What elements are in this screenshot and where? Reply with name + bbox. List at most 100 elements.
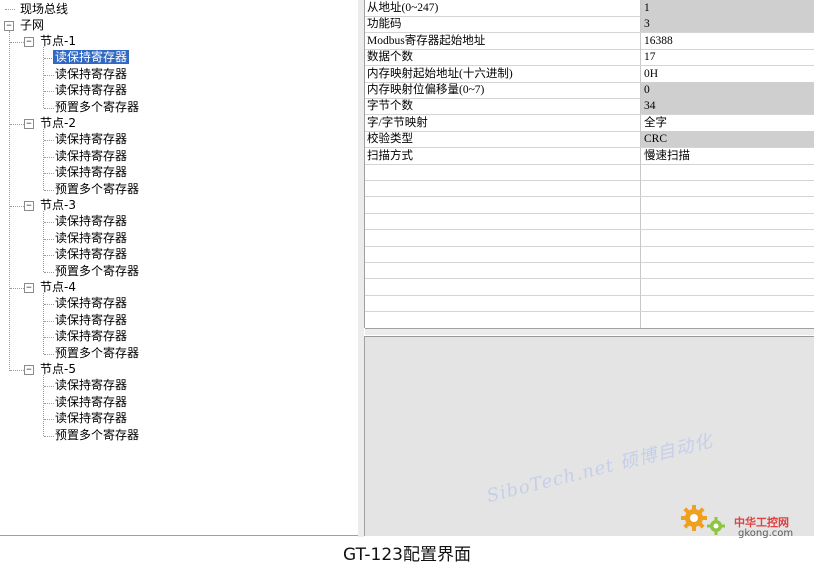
property-grid[interactable]: 从地址(0~247) 1 功能码 3 Modbus寄存器起始地址 16388 数据个数 17 内… bbox=[364, 0, 814, 335]
grid-divider[interactable] bbox=[365, 328, 814, 335]
gear-icon bbox=[681, 505, 725, 535]
tree-item-read-holding-registers[interactable]: 读保持寄存器 bbox=[53, 230, 129, 246]
property-name bbox=[367, 213, 637, 229]
config-window: 现场总线 − 子网 − 节点-1 读保持寄存器 读保持寄存器 读保持寄存器 预置多个寄存器… bbox=[0, 0, 814, 539]
property-name bbox=[367, 312, 637, 328]
collapse-icon[interactable]: − bbox=[24, 201, 34, 211]
tree-connector bbox=[43, 375, 44, 436]
tree-item-read-holding-registers[interactable]: 读保持寄存器 bbox=[53, 131, 129, 147]
property-name bbox=[367, 197, 637, 213]
tree-item-preset-registers[interactable]: 预置多个寄存器 bbox=[53, 427, 141, 443]
property-name: 功能码 bbox=[367, 18, 402, 31]
property-name bbox=[367, 295, 637, 311]
property-name bbox=[367, 180, 637, 196]
tree-item-preset-registers[interactable]: 预置多个寄存器 bbox=[53, 345, 141, 361]
collapse-icon[interactable]: − bbox=[24, 37, 34, 47]
empty-row bbox=[365, 246, 814, 263]
logo-en-text: gkong.com bbox=[738, 528, 794, 539]
tree-item-read-holding-registers[interactable]: 读保持寄存器 bbox=[53, 328, 129, 344]
tree-item-read-holding-registers[interactable]: 读保持寄存器 bbox=[53, 66, 129, 82]
property-value[interactable]: 16388 bbox=[640, 32, 814, 49]
property-row[interactable]: 字/字节映射 全字 bbox=[365, 114, 814, 132]
property-value[interactable]: 34 bbox=[640, 98, 814, 115]
tree-item-read-holding-registers[interactable]: 读保持寄存器 bbox=[53, 246, 129, 262]
property-name: 内存映射起始地址(十六进制) bbox=[367, 67, 513, 80]
collapse-icon[interactable]: − bbox=[24, 119, 34, 129]
property-name: 数据个数 bbox=[367, 51, 413, 64]
tree-item-read-holding-registers[interactable]: 读保持寄存器 bbox=[53, 377, 129, 393]
empty-row bbox=[365, 213, 814, 231]
tree-item-preset-registers[interactable]: 预置多个寄存器 bbox=[53, 99, 141, 115]
property-value bbox=[640, 246, 814, 262]
tree-item-read-holding-registers[interactable]: 读保持寄存器 bbox=[53, 295, 129, 311]
empty-row bbox=[365, 180, 814, 198]
collapse-icon[interactable]: − bbox=[24, 283, 34, 293]
tree-connector bbox=[10, 288, 24, 289]
tree-item-read-holding-registers[interactable]: 读保持寄存器 bbox=[53, 312, 129, 328]
empty-row bbox=[365, 196, 814, 214]
device-tree[interactable]: 现场总线 − 子网 − 节点-1 读保持寄存器 读保持寄存器 读保持寄存器 预置多个寄存器… bbox=[0, 0, 359, 536]
property-name: 字/字节映射 bbox=[367, 116, 428, 129]
tree-connector bbox=[43, 293, 44, 354]
tree-connector bbox=[5, 9, 15, 10]
empty-row bbox=[365, 278, 814, 296]
property-value[interactable]: 慢速扫描 bbox=[640, 147, 814, 164]
property-name bbox=[367, 262, 637, 278]
tree-connector bbox=[43, 129, 44, 190]
tree-subnet[interactable]: 子网 bbox=[18, 17, 46, 33]
property-name: 从地址(0~247) bbox=[367, 2, 439, 14]
property-name bbox=[367, 164, 637, 180]
tree-connector bbox=[9, 31, 10, 371]
empty-row bbox=[365, 164, 814, 181]
tree-connector bbox=[43, 211, 44, 272]
tree-connector bbox=[10, 206, 24, 207]
property-value bbox=[640, 278, 814, 295]
property-value[interactable]: 1 bbox=[640, 0, 814, 16]
property-name bbox=[367, 246, 637, 262]
empty-row bbox=[365, 262, 814, 280]
property-name bbox=[367, 230, 637, 246]
property-row[interactable]: 扫描方式 慢速扫描 bbox=[365, 147, 814, 165]
property-value[interactable]: 3 bbox=[640, 16, 814, 33]
property-name: Modbus寄存器起始地址 bbox=[367, 34, 486, 47]
tree-connector bbox=[10, 42, 24, 43]
property-row[interactable]: 从地址(0~247) 1 bbox=[365, 0, 814, 17]
property-row[interactable]: 内存映射位偏移量(0~7) 0 bbox=[365, 82, 814, 99]
property-name: 字节个数 bbox=[367, 100, 413, 113]
tree-item-read-holding-registers[interactable]: 读保持寄存器 bbox=[53, 394, 129, 410]
tree-connector bbox=[10, 370, 24, 371]
empty-row bbox=[365, 295, 814, 313]
collapse-icon[interactable]: − bbox=[24, 365, 34, 375]
property-row[interactable]: Modbus寄存器起始地址 16388 bbox=[365, 32, 814, 50]
tree-item-read-holding-registers[interactable]: 读保持寄存器 bbox=[53, 213, 129, 229]
property-value[interactable]: 0H bbox=[640, 65, 814, 82]
property-row[interactable]: 字节个数 34 bbox=[365, 98, 814, 116]
gkong-logo: 中华工控网 gkong.com bbox=[676, 488, 806, 539]
tree-item-preset-registers[interactable]: 预置多个寄存器 bbox=[53, 181, 141, 197]
property-value bbox=[640, 213, 814, 230]
property-value bbox=[640, 311, 814, 328]
collapse-icon[interactable]: − bbox=[4, 21, 14, 31]
property-value bbox=[640, 196, 814, 213]
tree-item-read-holding-registers[interactable]: 读保持寄存器 bbox=[53, 82, 129, 98]
property-row[interactable]: 校验类型 CRC bbox=[365, 131, 814, 149]
tree-item-read-holding-registers[interactable]: 读保持寄存器 bbox=[53, 410, 129, 426]
property-value bbox=[640, 180, 814, 197]
empty-row bbox=[365, 229, 814, 247]
property-row[interactable]: 数据个数 17 bbox=[365, 49, 814, 67]
tree-root-fieldbus[interactable]: 现场总线 bbox=[18, 1, 70, 17]
property-value[interactable]: 全字 bbox=[640, 114, 814, 131]
empty-row bbox=[365, 311, 814, 329]
property-row[interactable]: 内存映射起始地址(十六进制) 0H bbox=[365, 65, 814, 83]
property-value[interactable]: 17 bbox=[640, 49, 814, 66]
property-value[interactable]: CRC bbox=[640, 131, 814, 148]
tree-item-read-holding-registers[interactable]: 读保持寄存器 bbox=[53, 148, 129, 164]
tree-item-preset-registers[interactable]: 预置多个寄存器 bbox=[53, 263, 141, 279]
property-value[interactable]: 0 bbox=[640, 82, 814, 98]
tree-item-read-holding-registers[interactable]: 读保持寄存器 bbox=[53, 164, 129, 180]
property-row[interactable]: 功能码 3 bbox=[365, 16, 814, 34]
property-value bbox=[640, 262, 814, 279]
tree-item-read-holding-registers[interactable]: 读保持寄存器 bbox=[51, 49, 131, 66]
figure-caption: GT-123配置界面 bbox=[343, 545, 471, 565]
property-value bbox=[640, 229, 814, 246]
